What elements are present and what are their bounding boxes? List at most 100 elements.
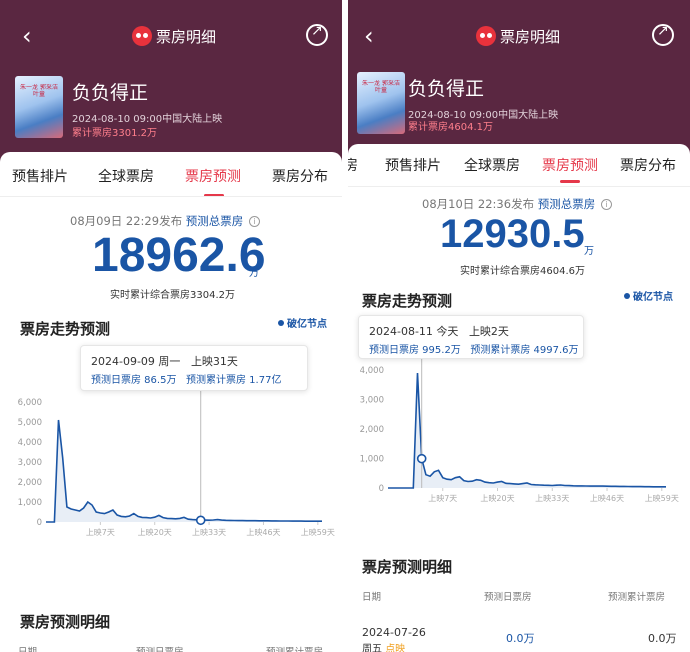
detail-title: 票房预测明细 [362, 558, 453, 576]
y-tick-label: 4,000 [360, 366, 384, 376]
share-icon[interactable] [306, 23, 328, 46]
movie-title: 负负得正 [72, 82, 149, 104]
tab-partial[interactable]: 房 [348, 155, 358, 175]
row-tag: 点映 [385, 644, 406, 652]
y-tick-label: 2,000 [360, 425, 384, 435]
forecast-total-value: 12930.5 [440, 212, 585, 256]
col-header-total: 预测累计票房 [608, 592, 666, 603]
trend-chart[interactable]: 0 1,000 2,000 3,000 4,000 5,000 6,000 上映7天 上映20天… [0, 372, 342, 550]
y-tick-label: 0 [379, 484, 384, 494]
tab-distribution[interactable]: 票房分布 [272, 166, 328, 186]
y-tick-label: 6,000 [18, 398, 42, 408]
tooltip-daily: 预测日票房 995.2万 [369, 345, 461, 356]
x-tick-label: 上映46天 [246, 527, 280, 537]
tab-global[interactable]: 全球票房 [464, 155, 520, 175]
trend-title: 票房走势预测 [20, 320, 111, 338]
tooltip-date-line: 2024-09-09 周一 上映31天 [91, 353, 238, 369]
poster-text: 朱一龙 郭采洁 叶童 [20, 84, 58, 98]
y-tick-label: 3,000 [18, 458, 42, 468]
tooltip-date: 2024-08-11 今天 [369, 325, 459, 338]
legend-billion-node[interactable]: 破亿节点 [278, 315, 327, 330]
legend-dot-icon [278, 320, 284, 326]
x-tick-label: 上映7天 [86, 527, 115, 537]
tooltip-value-line: 预测日票房 995.2万 预测累计票房 4997.6万 [369, 341, 579, 356]
tab-forecast[interactable]: 票房预测 [542, 155, 598, 175]
col-header-date: 日期 [18, 644, 37, 652]
legend-billion-node[interactable]: 破亿节点 [624, 288, 673, 303]
y-tick-label: 0 [37, 518, 42, 528]
tab-bar: 房 预售排片 全球票房 票房预测 票房分布 [348, 155, 690, 183]
tooltip-date-line: 2024-08-11 今天 上映2天 [369, 323, 509, 339]
maoyan-logo-icon [476, 26, 496, 46]
nav-title-text: 票房明细 [156, 27, 217, 46]
poster-text: 朱一龙 郭采洁 叶童 [362, 80, 400, 94]
forecast-total-value: 18962.6 [92, 229, 266, 282]
tooltip-date: 2024-09-09 周一 [91, 355, 181, 368]
series-line [388, 372, 666, 489]
maoyan-logo-icon [132, 26, 152, 46]
tab-presale[interactable]: 预售排片 [12, 166, 68, 186]
cumulative-box-office: 累计票房3301.2万 [72, 128, 157, 139]
y-tick-label: 2,000 [18, 478, 42, 488]
row-weekday-text: 周五 [362, 644, 382, 652]
nav-title: 票房明细 [476, 24, 560, 48]
forecast-published: 08月10日 22:36发布 预测总票房 i [422, 196, 612, 212]
movie-poster[interactable]: 朱一龙 郭采洁 叶童 [357, 72, 405, 134]
x-tick-label: 上映59天 [301, 527, 335, 537]
legend-dot-icon [624, 293, 630, 299]
row-date: 2024-07-26 [362, 626, 426, 639]
col-header-total: 预测累计票房 [266, 644, 323, 652]
x-tick-label: 上映7天 [428, 493, 457, 503]
chart-tooltip: 2024-08-11 今天 上映2天 预测日票房 995.2万 预测累计票房 4… [358, 315, 584, 359]
left-screenshot: ‹ 票房明细 朱一龙 郭采洁 叶童 负负得正 2024-08-10 09:00中… [0, 0, 342, 652]
x-tick-label: 上映20天 [138, 527, 172, 537]
x-tick-label: 上映33天 [535, 493, 569, 503]
info-icon[interactable]: i [600, 199, 612, 210]
tab-distribution[interactable]: 票房分布 [620, 155, 676, 175]
trend-chart[interactable]: 0 1,000 2,000 3,000 4,000 上映7天 上映20天 上映33天 上映46天… [348, 340, 690, 510]
right-screenshot: ‹ 票房明细 朱一龙 郭采洁 叶童 负负得正 2024-08-10 09:00中… [348, 0, 690, 652]
cumulative-box-office: 累计票房4604.1万 [408, 122, 493, 133]
tooltip-days: 上映2天 [468, 325, 509, 338]
y-tick-label: 1,000 [18, 498, 42, 508]
divider [0, 196, 342, 197]
tooltip-total: 预测累计票房 1.77亿 [186, 375, 282, 386]
row-daily: 0.0万 [506, 632, 535, 645]
movie-poster[interactable]: 朱一龙 郭采洁 叶童 [15, 76, 63, 138]
chevron-left-icon[interactable]: ‹ [364, 24, 374, 48]
realtime-box-office: 实时累计综合票房3304.2万 [110, 290, 235, 301]
col-header-daily: 预测日票房 [484, 592, 532, 603]
series-area [46, 420, 322, 522]
publish-time: 08月09日 22:29发布 [70, 214, 183, 228]
publish-time: 08月10日 22:36发布 [422, 197, 535, 211]
x-tick-label: 上映20天 [480, 493, 514, 503]
y-tick-label: 4,000 [18, 438, 42, 448]
chevron-left-icon[interactable]: ‹ [22, 24, 32, 48]
y-tick-label: 1,000 [360, 455, 384, 465]
row-weekday: 周五 点映 [362, 640, 405, 652]
tooltip-daily: 预测日票房 86.5万 [91, 375, 177, 386]
tab-presale[interactable]: 预售排片 [385, 155, 441, 175]
legend-label: 破亿节点 [633, 292, 673, 303]
tab-forecast[interactable]: 票房预测 [185, 166, 241, 186]
y-tick-label: 5,000 [18, 418, 42, 428]
nav-title: 票房明细 [132, 24, 216, 48]
tooltip-value-line: 预测日票房 86.5万 预测累计票房 1.77亿 [91, 371, 281, 386]
row-total: 0.0万 [648, 632, 677, 645]
forecast-total-label: 预测总票房 [185, 214, 244, 228]
forecast-total-label: 预测总票房 [537, 197, 596, 211]
share-icon[interactable] [652, 23, 674, 46]
nav-title-text: 票房明细 [500, 27, 561, 46]
release-info: 2024-08-10 09:00中国大陆上映 [72, 114, 223, 125]
divider [348, 186, 690, 187]
x-tick-label: 上映33天 [192, 527, 226, 537]
movie-title: 负负得正 [408, 78, 485, 100]
trend-title: 票房走势预测 [362, 292, 453, 310]
y-tick-label: 3,000 [360, 396, 384, 406]
tooltip-total: 预测累计票房 4997.6万 [470, 345, 579, 356]
tooltip-days: 上映31天 [190, 355, 238, 368]
tab-global[interactable]: 全球票房 [98, 166, 154, 186]
info-icon[interactable]: i [248, 216, 260, 227]
active-tab-indicator [560, 180, 580, 183]
detail-title: 票房预测明细 [20, 613, 111, 631]
